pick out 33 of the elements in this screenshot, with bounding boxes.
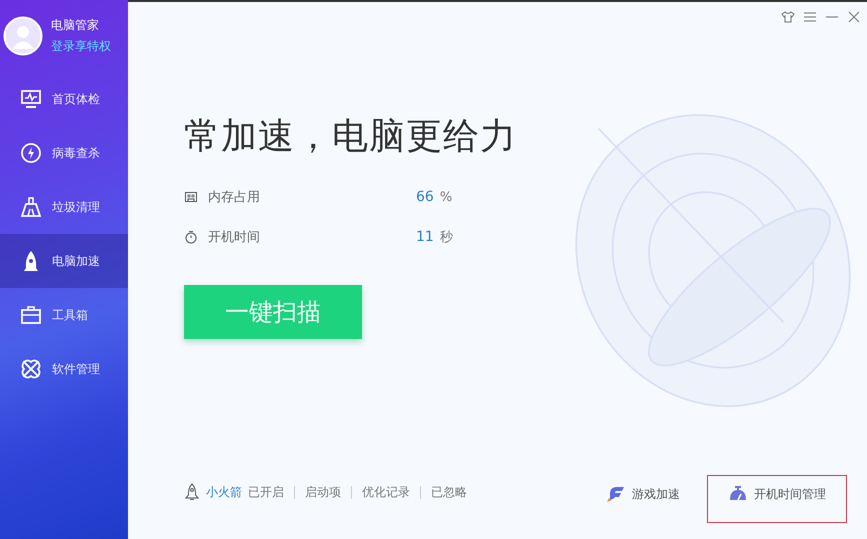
footer-link[interactable]: 已忽略 [431, 484, 467, 500]
metric-unit: 秒 [440, 229, 453, 246]
memory-chip-icon [184, 190, 198, 204]
footer-link[interactable]: 启动项 [305, 484, 341, 500]
login-link[interactable]: 登录享特权 [51, 38, 111, 55]
clover-icon [20, 358, 42, 380]
app-name: 电脑管家 [51, 17, 100, 34]
lightning-circle-icon [20, 142, 42, 164]
nav-item[interactable]: 电脑加速 [0, 234, 128, 288]
nav-item[interactable]: 工具箱 [0, 288, 128, 342]
toolbox-icon [20, 304, 42, 326]
tool-link[interactable]: 开机时间管理 [707, 475, 847, 523]
close-icon[interactable] [847, 10, 861, 24]
monitor-icon [20, 88, 42, 110]
shirt-icon[interactable] [781, 10, 795, 24]
nav-item[interactable]: 垃圾清理 [0, 180, 128, 234]
rocket-status: 已开启 [248, 484, 284, 500]
menu-icon[interactable] [803, 10, 817, 24]
metric-unit: % [440, 190, 452, 204]
nav-item[interactable]: 病毒查杀 [0, 126, 128, 180]
rocket-icon [184, 483, 200, 501]
rocket-link[interactable]: 小火箭 [206, 484, 242, 500]
metric-value: 11 [416, 229, 434, 245]
avatar-icon[interactable] [3, 16, 43, 56]
nav-item[interactable]: 首页体检 [0, 72, 128, 126]
metric-label: 开机时间 [208, 229, 261, 246]
broom-icon [20, 196, 42, 218]
tool-link[interactable]: 游戏加速 [603, 475, 703, 523]
metric-label: 内存占用 [208, 189, 261, 206]
nav-item[interactable]: 软件管理 [0, 342, 128, 396]
footer-link[interactable]: 优化记录 [362, 484, 410, 500]
headline: 常加速，电脑更给力 [184, 115, 518, 159]
metric-value: 66 [416, 189, 434, 205]
